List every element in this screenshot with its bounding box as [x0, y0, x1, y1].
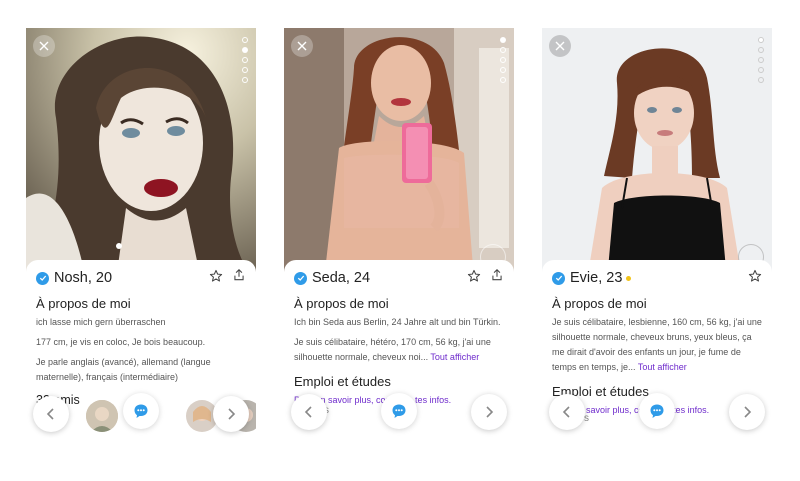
- chevron-left-icon: [562, 406, 570, 418]
- close-icon: [555, 41, 565, 51]
- photo-dot[interactable]: [758, 77, 764, 83]
- photo-dot-active[interactable]: [500, 37, 506, 43]
- share-icon[interactable]: [232, 268, 246, 282]
- photo-dot[interactable]: [758, 47, 764, 53]
- photo-dot[interactable]: [500, 67, 506, 73]
- chevron-right-icon: [228, 408, 236, 420]
- close-icon: [39, 41, 49, 51]
- profile-photo[interactable]: [542, 28, 772, 280]
- photo-dot-active[interactable]: [242, 47, 248, 53]
- verified-check-icon: [294, 271, 307, 285]
- work-title: Emploi et études: [294, 374, 391, 389]
- previous-button[interactable]: [291, 394, 327, 430]
- profile-photo[interactable]: [26, 28, 256, 280]
- close-button[interactable]: [549, 35, 571, 57]
- photo-dot[interactable]: [500, 47, 506, 53]
- about-text: Ich bin Seda aus Berlin, 24 Jahre alt un…: [294, 317, 501, 327]
- star-icon[interactable]: [748, 269, 762, 283]
- about-text-truncated: Je suis célibataire, lesbienne, 160 cm, …: [552, 315, 762, 375]
- next-button[interactable]: [213, 396, 249, 432]
- close-button[interactable]: [33, 35, 55, 57]
- chevron-left-icon: [304, 406, 312, 418]
- about-text: 177 cm, je vis en coloc, Je bois beaucou…: [36, 337, 206, 347]
- verified-check-icon: [36, 271, 49, 285]
- photo-dot[interactable]: [242, 67, 248, 73]
- profile-name: Nosh, 20: [54, 270, 113, 286]
- verified-check-icon: [552, 271, 565, 285]
- about-title: À propos de moi: [294, 296, 389, 311]
- chevron-left-icon: [46, 408, 54, 420]
- about-title: À propos de moi: [36, 296, 131, 311]
- chat-bubble-icon: [134, 404, 148, 418]
- share-icon[interactable]: [490, 268, 504, 282]
- next-button[interactable]: [729, 394, 765, 430]
- close-button[interactable]: [291, 35, 313, 57]
- chevron-right-icon: [486, 406, 494, 418]
- photo-dot[interactable]: [758, 67, 764, 73]
- about-text-truncated: Je suis célibataire, hétéro, 170 cm, 56 …: [294, 335, 504, 365]
- profile-card-evie: Evie, 23 À propos de moi Je suis célibat…: [542, 28, 772, 438]
- show-all-link[interactable]: Tout afficher: [638, 362, 687, 372]
- close-icon: [297, 41, 307, 51]
- profile-photo[interactable]: [284, 28, 514, 280]
- previous-button[interactable]: [33, 396, 69, 432]
- photo-dot[interactable]: [242, 77, 248, 83]
- profile-name: Seda, 24: [312, 270, 371, 286]
- friend-avatar[interactable]: [86, 400, 118, 432]
- show-all-link[interactable]: Tout afficher: [430, 352, 479, 362]
- photo-dot[interactable]: [500, 57, 506, 63]
- profile-card-nosh: Nosh, 20 À propos de moi ich lasse mich …: [26, 28, 256, 438]
- chat-button[interactable]: [381, 393, 417, 429]
- star-icon[interactable]: [209, 269, 223, 283]
- profile-card-seda: Seda, 24 À propos de moi Ich bin Seda au…: [284, 28, 514, 438]
- chat-button[interactable]: [123, 393, 159, 429]
- about-title: À propos de moi: [552, 296, 647, 311]
- photo-pagination: [758, 37, 764, 83]
- photo-dot[interactable]: [242, 57, 248, 63]
- chat-button[interactable]: [639, 393, 675, 429]
- photo-pagination: [500, 37, 506, 83]
- star-icon[interactable]: [467, 269, 481, 283]
- about-text: Je parle anglais (avancé), allemand (lan…: [36, 357, 211, 382]
- chevron-right-icon: [744, 406, 752, 418]
- photo-pagination: [242, 37, 248, 83]
- about-text: ich lasse mich gern überraschen: [36, 317, 166, 327]
- profile-name: Evie, 23: [570, 270, 623, 286]
- chat-bubble-icon: [392, 404, 406, 418]
- photo-dot[interactable]: [758, 57, 764, 63]
- photo-dot[interactable]: [242, 37, 248, 43]
- photo-dot[interactable]: [500, 77, 506, 83]
- photo-dot-active[interactable]: [758, 37, 764, 43]
- next-button[interactable]: [471, 394, 507, 430]
- previous-button[interactable]: [549, 394, 585, 430]
- chat-bubble-icon: [650, 404, 664, 418]
- online-status-dot: [626, 275, 632, 281]
